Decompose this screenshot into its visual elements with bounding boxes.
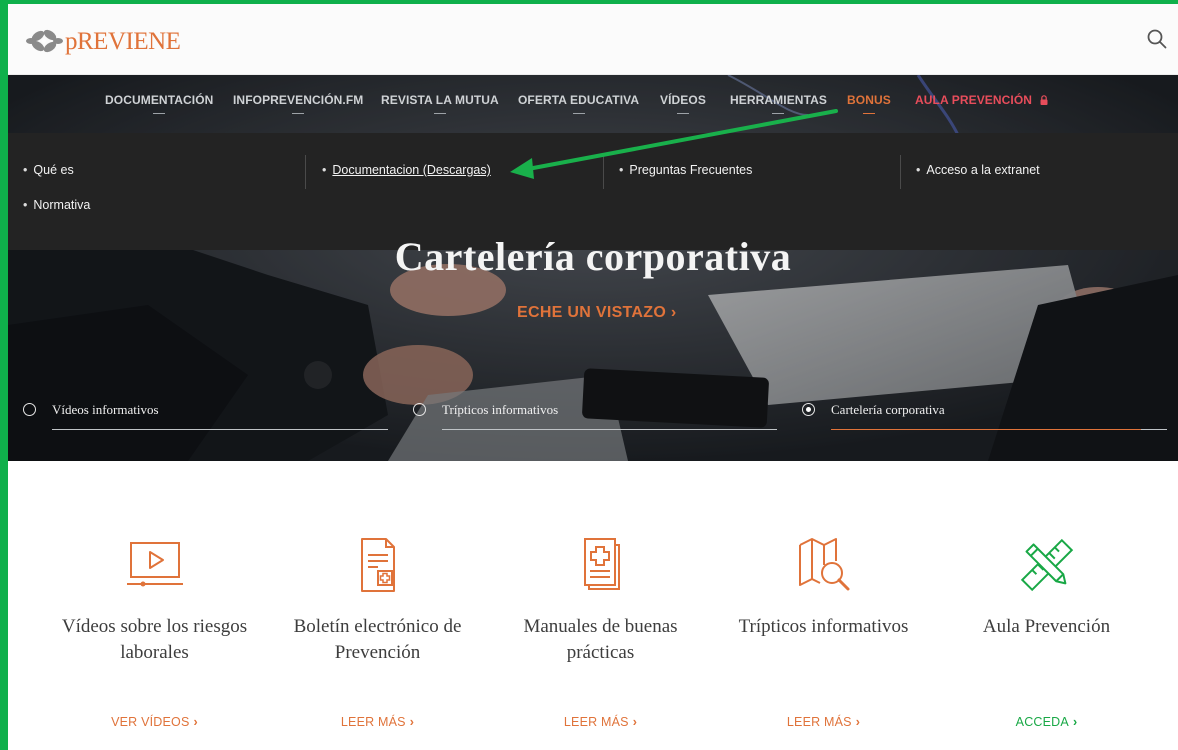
nav-dash <box>153 113 166 114</box>
dropdown-item-normativa[interactable]: • Normativa <box>23 198 90 212</box>
video-player-icon <box>126 542 183 587</box>
hero-slider: DOCUMENTACIÓN INFOPREVENCIÓN.FM REVISTA … <box>8 75 1178 461</box>
radio-selected-icon <box>802 403 815 416</box>
feature-title: Vídeos sobre los riesgos laborales <box>61 616 248 663</box>
slider-tab-underline <box>52 429 388 430</box>
feature-link-label: LEER MÁS <box>786 715 852 729</box>
chevron-right-icon: › <box>1072 715 1078 729</box>
nav-dash <box>572 113 585 114</box>
features-section: Vídeos sobre los riesgos laborales VER V… <box>8 461 1178 750</box>
slider-tab-underline <box>1141 429 1167 430</box>
logo-text: pREVIENE <box>65 27 181 55</box>
medical-document-icon <box>360 538 395 592</box>
bullet: • <box>23 163 28 177</box>
hero-cta-button[interactable]: ECHE UN VISTAZO › <box>517 304 676 322</box>
nav-item-label: DOCUMENTACIÓN <box>105 93 214 107</box>
nav-item-documentacion[interactable]: DOCUMENTACIÓN <box>105 93 213 114</box>
dropdown-item-label: Acceso a la extranet <box>926 163 1040 177</box>
slider-tab-underline-active <box>831 429 1141 430</box>
nav-item-label: OFERTA EDUCATIVA <box>518 93 640 107</box>
nav-item-oferta-educativa[interactable]: OFERTA EDUCATIVA <box>518 93 639 114</box>
feature-tripticos: Trípticos informativos LEER MÁS › <box>712 461 935 750</box>
slider-tab-label: Cartelería corporativa <box>831 402 945 417</box>
feature-link-leer-mas[interactable]: LEER MÁS › <box>266 715 489 729</box>
nav-item-bonus[interactable]: BONUS <box>847 93 891 114</box>
radio-icon <box>413 403 426 416</box>
logo[interactable]: pREVIENE <box>26 24 181 58</box>
nav-item-infoprevencion[interactable]: INFOPREVENCIÓN.FM <box>233 93 363 114</box>
chevron-right-icon: › <box>632 715 638 729</box>
dropdown-item-label: Preguntas Frecuentes <box>629 163 753 177</box>
nav-dash <box>292 113 305 114</box>
nav-item-aula-prevencion[interactable]: AULA PREVENCIÓN <box>915 93 1048 107</box>
feature-manuales: Manuales de buenas prácticas LEER MÁS › <box>489 461 712 750</box>
nav-item-label: AULA PREVENCIÓN <box>915 93 1033 107</box>
radio-icon <box>23 403 36 416</box>
slider-tab-tripticos[interactable]: Trípticos informativos <box>413 402 778 434</box>
dropdown-item-acceso-extranet[interactable]: • Acceso a la extranet <box>916 163 1040 177</box>
feature-videos: Vídeos sobre los riesgos laborales VER V… <box>43 461 266 750</box>
nav-item-label: INFOPREVENCIÓN.FM <box>233 93 364 107</box>
feature-link-leer-mas[interactable]: LEER MÁS › <box>489 715 712 729</box>
slider-tab-label: Vídeos informativos <box>52 402 159 417</box>
feature-link-label: LEER MÁS <box>340 715 406 729</box>
dropdown-item-que-es[interactable]: • Qué es <box>23 163 74 177</box>
dropdown-item-label: Normativa <box>33 198 91 212</box>
bullet: • <box>23 198 28 212</box>
feature-aula-prevencion: Aula Prevención ACCEDA › <box>935 461 1158 750</box>
nav-dash <box>772 113 785 114</box>
nav-item-revista[interactable]: REVISTA LA MUTUA <box>381 93 499 114</box>
search-icon[interactable] <box>1146 28 1168 50</box>
nav-item-label: BONUS <box>847 93 891 107</box>
hero-title: Cartelería corporativa <box>394 234 792 279</box>
feature-title: Aula Prevención <box>982 616 1111 637</box>
nav-item-videos[interactable]: VÍDEOS <box>660 93 706 114</box>
site-header: pREVIENE <box>8 4 1178 75</box>
chevron-right-icon: › <box>193 715 198 729</box>
dropdown-item-documentacion-descargas[interactable]: • Documentacion (Descargas) <box>322 163 491 177</box>
feature-title: Manuales de buenas prácticas <box>523 616 678 663</box>
nav-item-herramientas[interactable]: HERRAMIENTAS <box>730 93 827 114</box>
feature-title: Trípticos informativos <box>738 616 909 637</box>
main-nav: DOCUMENTACIÓN INFOPREVENCIÓN.FM REVISTA … <box>8 75 1178 133</box>
dropdown-item-preguntas-frecuentes[interactable]: • Preguntas Frecuentes <box>619 163 752 177</box>
feature-link-acceda[interactable]: ACCEDA › <box>935 715 1158 729</box>
feature-link-label: LEER MÁS <box>563 715 629 729</box>
dropdown-item-label: Documentacion (Descargas) <box>332 163 491 177</box>
feature-boletin: Boletín electrónico de Prevención LEER M… <box>266 461 489 750</box>
bullet: • <box>916 163 921 177</box>
feature-link-ver-videos[interactable]: VER VÍDEOS › <box>43 715 266 729</box>
slider-tab-underline <box>442 429 777 430</box>
logo-icon <box>26 29 63 53</box>
nav-dash <box>433 113 446 114</box>
nav-dash <box>862 113 875 114</box>
nav-dash <box>676 113 689 114</box>
feature-link-leer-mas[interactable]: LEER MÁS › <box>712 715 935 729</box>
nav-item-label: HERRAMIENTAS <box>730 93 827 107</box>
feature-link-label: ACCEDA <box>1015 715 1069 729</box>
feature-link-label: VER VÍDEOS <box>111 715 190 729</box>
chevron-right-icon: › <box>855 715 861 729</box>
pencil-ruler-icon <box>1020 538 1073 592</box>
map-search-icon <box>798 538 849 591</box>
slider-tab-carteleria[interactable]: Cartelería corporativa <box>802 402 1178 434</box>
slider-tab-label: Trípticos informativos <box>442 402 559 417</box>
nav-item-label: REVISTA LA MUTUA <box>381 93 499 107</box>
manual-book-icon <box>583 538 620 590</box>
feature-title: Boletín electrónico de Prevención <box>293 616 462 663</box>
nav-item-label: VÍDEOS <box>660 93 706 107</box>
lock-icon <box>1040 95 1048 105</box>
bullet: • <box>322 163 327 177</box>
bullet: • <box>619 163 624 177</box>
page-frame: pREVIENE DOCUMENTACIÓN INFOPREVENCIÓN.FM… <box>8 4 1178 750</box>
dropdown-item-label: Qué es <box>33 163 74 177</box>
slider-tab-videos[interactable]: Vídeos informativos <box>23 402 388 434</box>
chevron-right-icon: › <box>409 715 415 729</box>
